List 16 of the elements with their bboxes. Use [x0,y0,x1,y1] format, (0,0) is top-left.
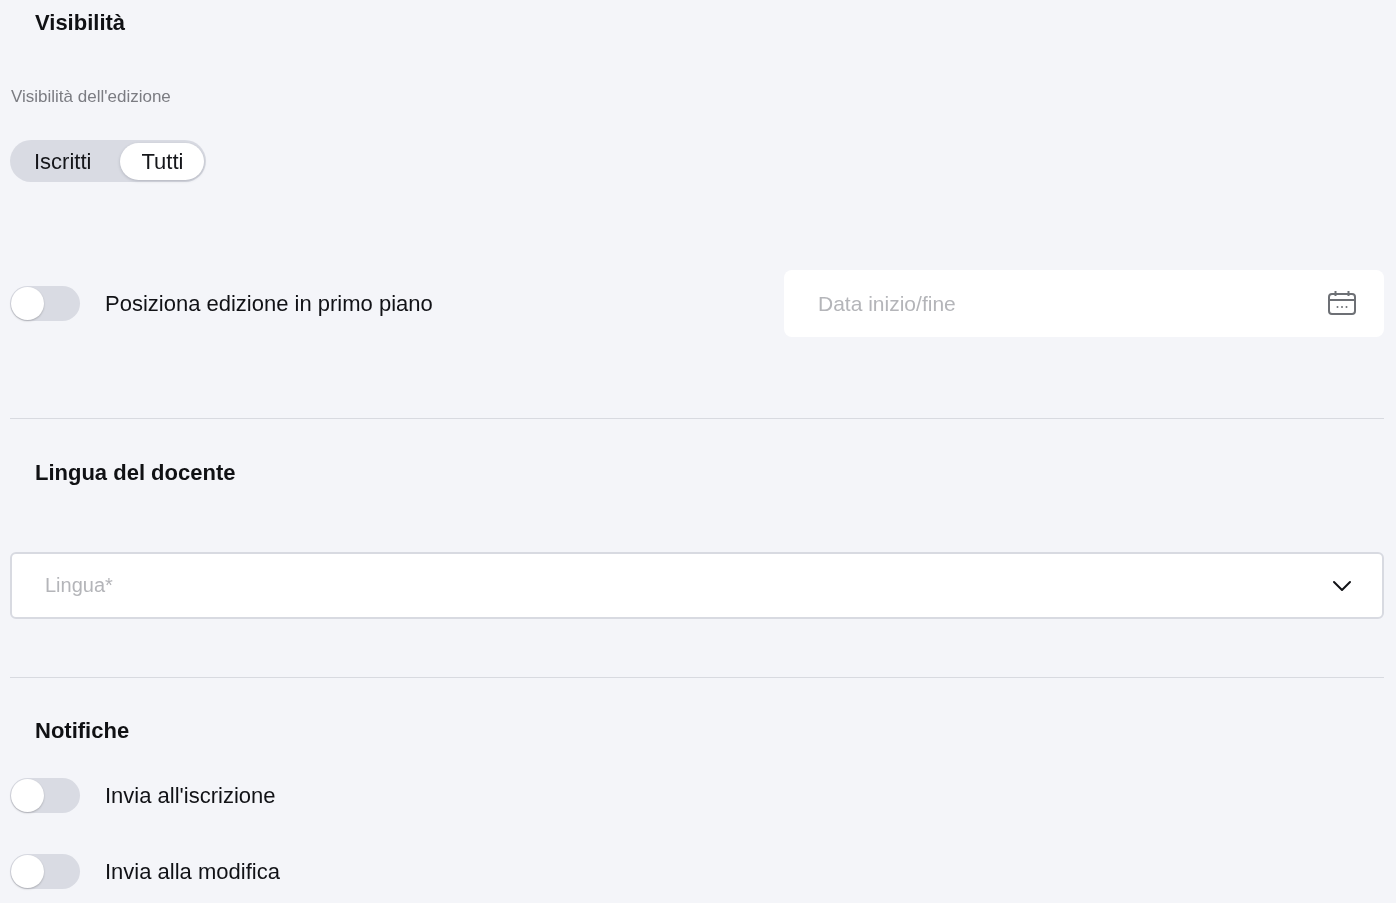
section-heading: Notifiche [35,717,130,745]
toggle-label: Invia all'iscrizione [105,781,276,810]
toggle-switch[interactable] [10,286,80,321]
field-label: Visibilità dell'edizione [11,87,171,106]
segment-tab[interactable]: Iscritti [13,143,113,180]
toggle-label: Posiziona edizione in primo piano [105,289,433,318]
calendar-icon[interactable] [1328,291,1356,315]
segment-tab[interactable]: Tutti [120,143,205,180]
section-heading: Lingua del docente [35,459,236,487]
chevron-down-icon [1333,581,1351,591]
date-field[interactable]: Data inizio/fine [784,270,1384,337]
language-select[interactable]: Lingua* [10,552,1384,619]
toggle-switch[interactable] [10,854,80,889]
toggle-switch[interactable] [10,778,80,813]
section-heading: Visibilità [35,9,126,37]
toggle-label: Invia alla modifica [105,857,280,886]
